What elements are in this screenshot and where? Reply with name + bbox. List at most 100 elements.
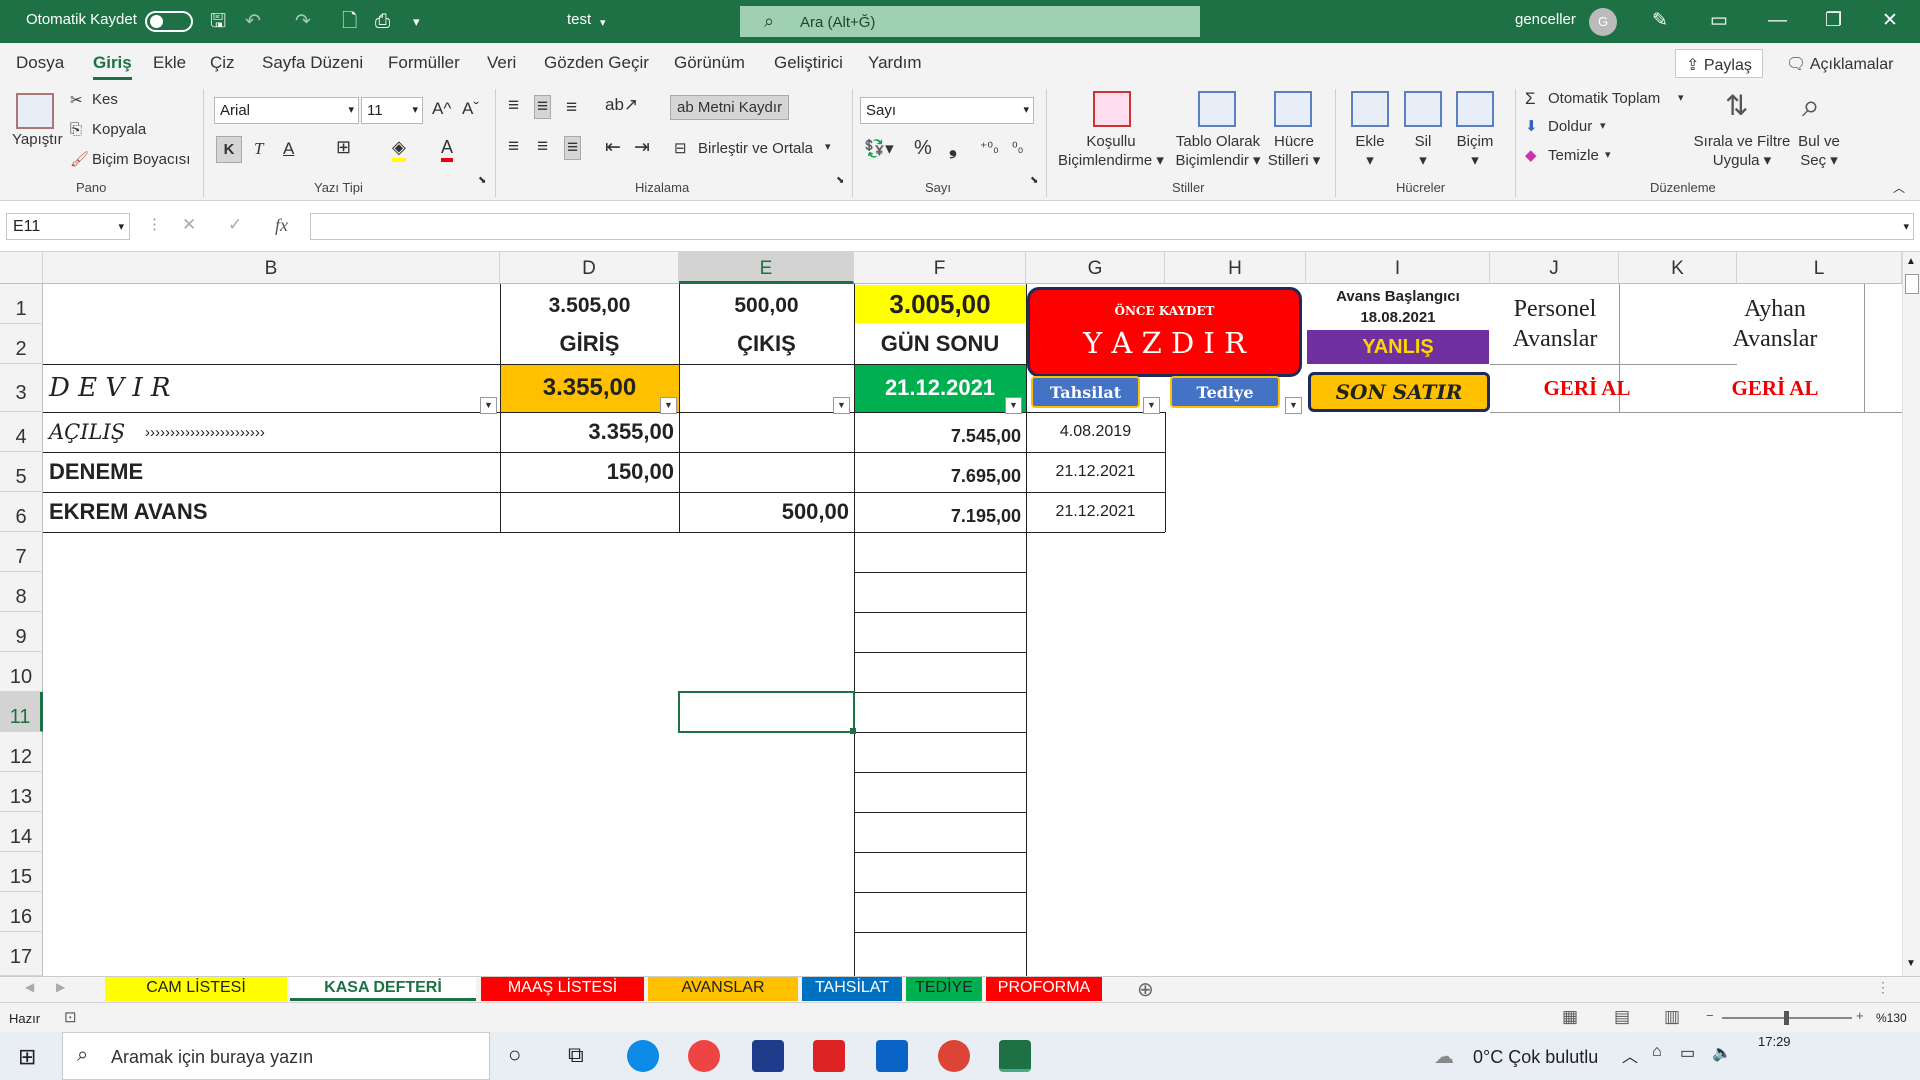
align-top-icon[interactable]: ≡ — [508, 95, 519, 117]
comments-button[interactable]: 🗨 Açıklamalar — [1776, 49, 1903, 78]
decrease-indent-icon[interactable]: ⇤ — [605, 136, 621, 159]
zoom-out-icon[interactable]: − — [1706, 1008, 1714, 1023]
decrease-decimal-icon[interactable]: ⁰₀ — [1012, 139, 1023, 156]
cell-e1[interactable]: 500,00 — [679, 288, 854, 324]
task-view-icon[interactable]: ⧉ — [568, 1042, 584, 1068]
ayhan-advances-button[interactable]: Ayhan Avanslar — [1680, 286, 1870, 362]
print-button[interactable]: ÖNCE KAYDET Y A Z D I R — [1027, 287, 1302, 377]
cell-e2[interactable]: ÇIKIŞ — [679, 326, 854, 362]
zoom-level[interactable]: %130 — [1876, 1011, 1907, 1025]
cell-d1[interactable]: 3.505,00 — [500, 288, 679, 324]
outlook-icon[interactable] — [876, 1040, 908, 1072]
normal-view-icon[interactable]: ▦ — [1562, 1007, 1578, 1027]
undo-button-1[interactable]: GERİ AL — [1492, 366, 1682, 410]
menu-ciz[interactable]: Çiz — [210, 53, 235, 73]
font-size-select[interactable]: 11 ▾ — [361, 97, 423, 124]
font-color-icon[interactable]: A — [441, 137, 454, 162]
shrink-font-button[interactable]: Aˇ — [462, 99, 479, 119]
insert-cells-icon[interactable] — [1351, 91, 1389, 127]
column-header-k[interactable]: K — [1619, 252, 1737, 284]
find-select-button[interactable]: Bul ve Seç ▾ — [1790, 132, 1848, 170]
conditional-formatting-button[interactable]: Koşullu Biçimlendirme ▾ — [1052, 132, 1170, 170]
scroll-down-icon[interactable]: ▼ — [1906, 958, 1916, 969]
italic-button[interactable]: T — [254, 139, 263, 159]
insert-function-button[interactable]: fx — [275, 215, 288, 236]
menu-giris[interactable]: Giriş — [93, 53, 132, 80]
tray-chevron-icon[interactable]: ︿ — [1622, 1043, 1638, 1067]
row-header-2[interactable]: 2 — [0, 324, 43, 364]
file-name[interactable]: test — [567, 11, 591, 28]
cut-button[interactable]: Kes — [92, 91, 118, 108]
insert-cells-button[interactable]: Ekle ▾ — [1347, 132, 1393, 170]
grow-font-button[interactable]: A^ — [432, 99, 451, 119]
comma-button[interactable]: ❟ — [949, 137, 957, 160]
fill-icon[interactable]: ⬇ — [1525, 117, 1538, 135]
row-header-5[interactable]: 5 — [0, 452, 43, 492]
name-box-chevron-icon[interactable]: ▾ — [118, 220, 124, 233]
scroll-thumb[interactable] — [1905, 274, 1919, 294]
autosum-chevron-icon[interactable]: ▾ — [1678, 91, 1684, 104]
wrong-button[interactable]: YANLIŞ — [1307, 330, 1489, 364]
format-painter-button[interactable]: Biçim Boyacısı — [92, 151, 190, 168]
add-sheet-icon[interactable]: ⊕ — [1137, 977, 1154, 1002]
sheet-tab-cam-listesi[interactable]: CAM LİSTESİ — [105, 977, 287, 1001]
customize-qat-icon[interactable]: ▾ — [413, 12, 420, 31]
sort-filter-icon[interactable]: ⇅ — [1725, 89, 1748, 122]
select-all-corner[interactable] — [0, 252, 43, 284]
conditional-formatting-icon[interactable] — [1093, 91, 1131, 127]
sheet-tab-tediye[interactable]: TEDİYE — [906, 977, 982, 1001]
merge-chevron-icon[interactable]: ▾ — [825, 140, 831, 153]
print-preview-icon[interactable]: ⎙ — [375, 12, 390, 31]
cell-styles-button[interactable]: Hücre Stilleri ▾ — [1264, 132, 1324, 170]
alignment-dialog-icon[interactable]: ⬊ — [836, 175, 844, 186]
filter-dropdown-f3[interactable]: ▼ — [1005, 397, 1022, 414]
vertical-scrollbar[interactable]: ▲ ▼ — [1902, 252, 1920, 976]
clear-icon[interactable]: ◆ — [1525, 146, 1537, 164]
collection-button[interactable]: Tahsilat — [1031, 376, 1140, 408]
column-header-j[interactable]: J — [1490, 252, 1619, 284]
align-left-icon[interactable]: ≡ — [508, 136, 519, 158]
merge-icon[interactable]: ⊟ — [674, 139, 687, 157]
payment-button[interactable]: Tediye — [1170, 376, 1280, 408]
cell-b5[interactable]: DENEME — [44, 453, 484, 491]
merge-center-button[interactable]: Birleştir ve Ortala — [698, 140, 813, 157]
number-format-select[interactable]: Sayı ▾ — [860, 97, 1034, 124]
search-box[interactable]: ⌕ Ara (Alt+Ğ) — [740, 6, 1200, 37]
undo-icon[interactable]: ↶ — [245, 12, 261, 31]
column-header-b[interactable]: B — [43, 252, 500, 284]
menu-veri[interactable]: Veri — [487, 53, 516, 73]
cell-styles-icon[interactable] — [1274, 91, 1312, 127]
cell-f4[interactable]: 7.545,00 — [854, 417, 1026, 455]
app-icon[interactable] — [688, 1040, 720, 1072]
font-name-select[interactable]: Arial ▾ — [214, 97, 359, 124]
cell-b6[interactable]: EKREM AVANS — [44, 493, 484, 531]
cell-i2[interactable]: 18.08.2021 — [1306, 307, 1490, 327]
cell-f6[interactable]: 7.195,00 — [854, 497, 1026, 535]
excel-icon[interactable] — [999, 1040, 1031, 1072]
cell-i1[interactable]: Avans Başlangıcı — [1306, 285, 1490, 307]
chrome-icon[interactable] — [938, 1040, 970, 1072]
formula-input[interactable]: ▾ — [310, 213, 1914, 240]
windows-start-icon[interactable]: ⊞ — [18, 1044, 36, 1070]
expand-formula-icon[interactable]: ▾ — [1903, 220, 1909, 233]
cell-d2[interactable]: GİRİŞ — [500, 326, 679, 362]
selected-cell-e11[interactable] — [678, 691, 855, 733]
tab-bar-resize-icon[interactable]: ⋮ — [1876, 979, 1890, 996]
clear-button[interactable]: Temizle — [1548, 147, 1599, 164]
increase-indent-icon[interactable]: ⇥ — [634, 136, 650, 159]
app-icon[interactable] — [752, 1040, 784, 1072]
avatar[interactable]: G — [1589, 8, 1617, 36]
row-header-12[interactable]: 12 — [0, 732, 43, 772]
sort-filter-button[interactable]: Sırala ve Filtre Uygula ▾ — [1690, 132, 1794, 170]
column-header-l[interactable]: L — [1737, 252, 1902, 284]
column-header-g[interactable]: G — [1026, 252, 1165, 284]
ribbon-display-icon[interactable]: ▭ — [1710, 11, 1728, 30]
autosum-button[interactable]: Otomatik Toplam — [1548, 90, 1660, 107]
sheet-tab-maas-listesi[interactable]: MAAŞ LİSTESİ — [481, 977, 644, 1001]
filter-dropdown-h3[interactable]: ▼ — [1285, 397, 1302, 414]
enter-icon[interactable]: ✓ — [228, 215, 242, 235]
align-bottom-icon[interactable]: ≡ — [566, 97, 577, 119]
page-break-icon[interactable]: ▥ — [1664, 1007, 1680, 1027]
tab-scroll-left-icon[interactable]: ◀ — [25, 980, 34, 994]
row-header-16[interactable]: 16 — [0, 892, 43, 932]
